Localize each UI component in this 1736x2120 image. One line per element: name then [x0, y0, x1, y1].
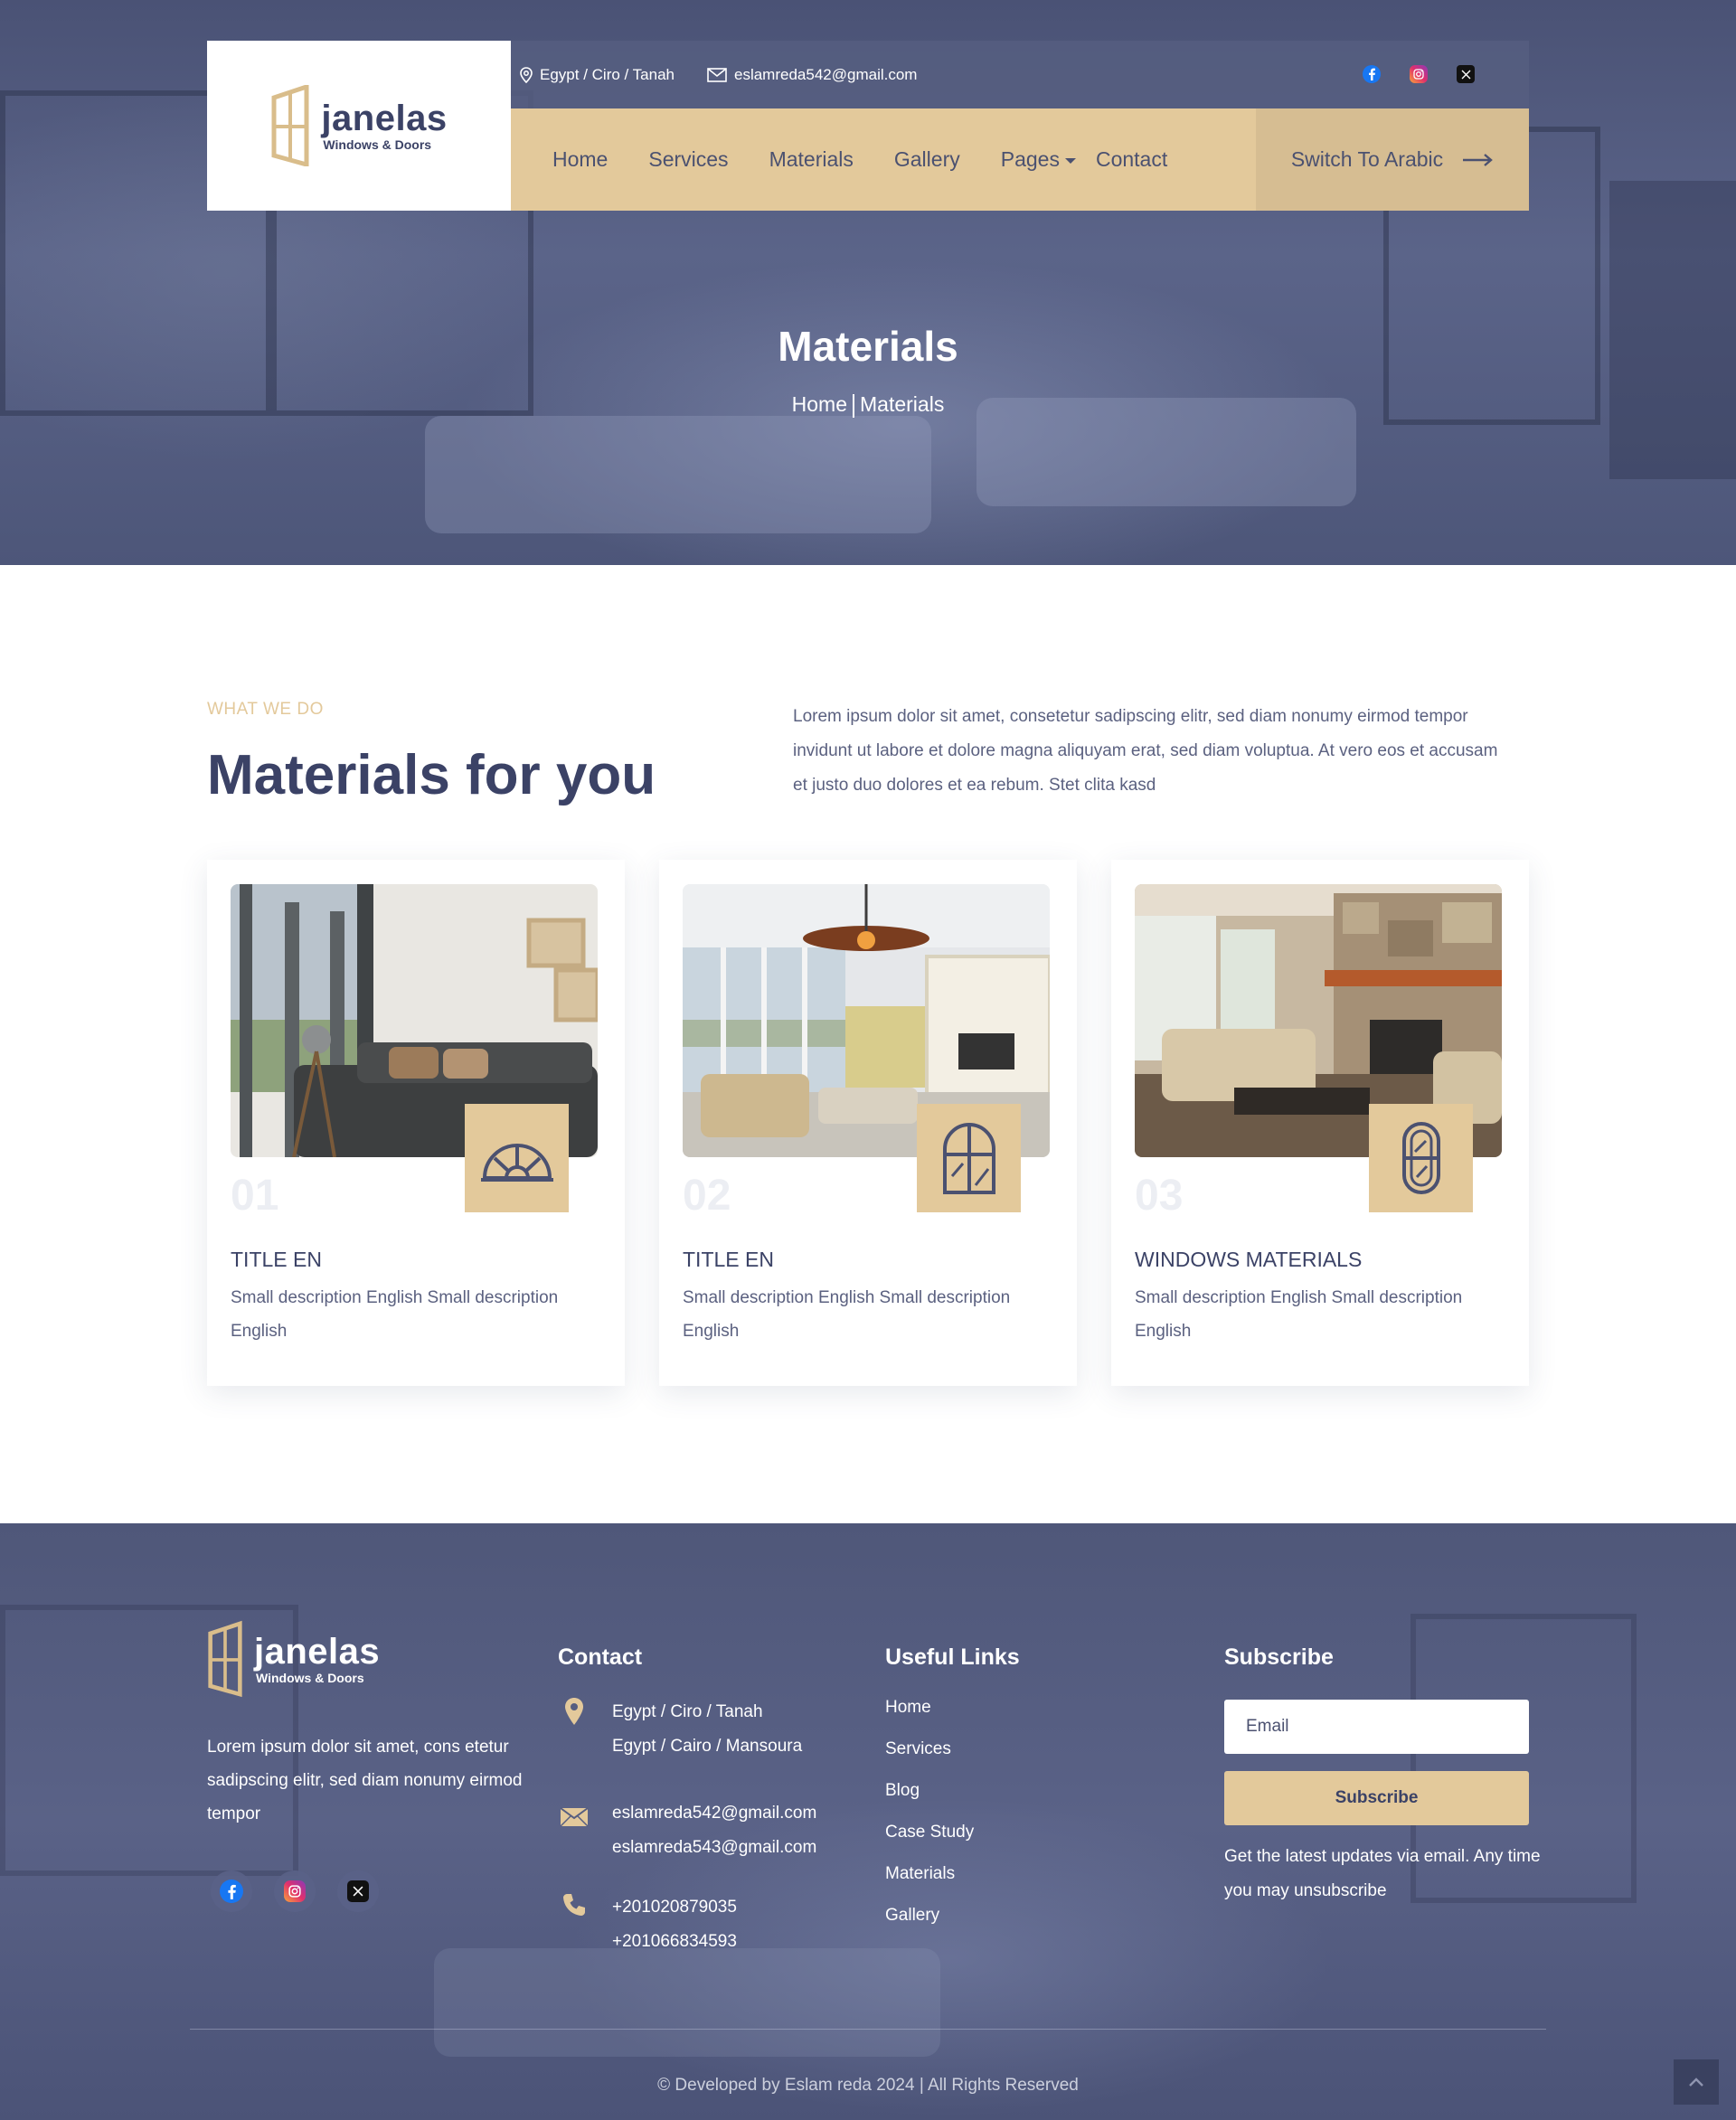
material-card[interactable]: 01 TITLE EN Small description English Sm…: [207, 860, 625, 1386]
scroll-to-top-button[interactable]: [1674, 2059, 1719, 2105]
footer-link-gallery[interactable]: Gallery: [885, 1903, 974, 1945]
oval-window-icon: [1401, 1122, 1440, 1194]
chevron-up-icon: [1689, 2078, 1703, 2087]
subscribe-note: Get the latest updates via email. Any ti…: [1224, 1847, 1541, 1900]
card-description: Small description English Small descript…: [683, 1288, 1011, 1341]
footer-phone-2[interactable]: +201066834593: [612, 1925, 737, 1959]
nav-contact[interactable]: Contact: [1096, 147, 1167, 172]
main-nav: Home Services Materials Gallery Pages Co…: [511, 108, 1529, 211]
footer-phone-1[interactable]: +201020879035: [612, 1890, 737, 1925]
footer-link-case-study[interactable]: Case Study: [885, 1820, 974, 1861]
footer-link-blog[interactable]: Blog: [885, 1778, 974, 1820]
nav-pages-label: Pages: [1000, 147, 1060, 171]
caret-down-icon: [1064, 158, 1076, 164]
section-description: Lorem ipsum dolor sit amet, consetetur s…: [793, 707, 1498, 795]
hero-banner: janelas Windows & Doors Egypt / Ciro / T…: [0, 0, 1736, 565]
page-title: Materials: [778, 323, 958, 370]
instagram-icon[interactable]: [1410, 65, 1428, 83]
footer-logo[interactable]: janelas Windows & Doors: [207, 1618, 380, 1700]
site-footer: janelas Windows & Doors Lorem ipsum dolo…: [0, 1523, 1736, 2120]
arrow-right-icon: [1463, 153, 1494, 166]
card-number: 02: [683, 1172, 731, 1220]
switch-language-button[interactable]: Switch To Arabic: [1256, 108, 1529, 211]
header-email-text: eslamreda542@gmail.com: [734, 65, 918, 83]
nav-home[interactable]: Home: [552, 147, 608, 172]
footer-socials: [211, 1870, 379, 1912]
footer-divider: [190, 2029, 1546, 2030]
location-pin-icon: [565, 1698, 583, 1725]
info-strip: Egypt / Ciro / Tanah eslamreda542@gmail.…: [511, 41, 1529, 108]
footer-about: Lorem ipsum dolor sit amet, cons etetur …: [207, 1738, 523, 1823]
footer-emails: eslamreda542@gmail.com eslamreda543@gmai…: [558, 1796, 816, 1865]
material-card[interactable]: 03 WINDOWS MATERIALS Small description E…: [1111, 860, 1529, 1386]
footer-addresses: Egypt / Ciro / Tanah Egypt / Cairo / Man…: [558, 1695, 802, 1764]
footer-address-2: Egypt / Cairo / Mansoura: [612, 1737, 803, 1756]
location-pin-icon: [520, 66, 533, 83]
logo-tagline: Windows & Doors: [323, 137, 432, 152]
nav-services[interactable]: Services: [648, 147, 728, 172]
card-title: WINDOWS MATERIALS: [1135, 1248, 1363, 1271]
footer-logo-name: janelas: [254, 1632, 381, 1672]
facebook-icon[interactable]: [211, 1870, 252, 1912]
breadcrumb-home[interactable]: Home: [792, 392, 847, 416]
background-sofa: [425, 416, 931, 533]
header-location-text: Egypt / Ciro / Tanah: [540, 65, 675, 83]
card-title: TITLE EN: [231, 1248, 322, 1271]
x-icon[interactable]: [337, 1870, 379, 1912]
section-title: Materials for you: [207, 744, 656, 806]
x-icon[interactable]: [1457, 65, 1475, 83]
background-sofa: [434, 1948, 940, 2057]
footer-phones: +201020879035 +201066834593: [558, 1890, 737, 1959]
header-email[interactable]: eslamreda542@gmail.com: [707, 66, 917, 84]
breadcrumb-current: Materials: [860, 392, 945, 416]
card-description: Small description English Small descript…: [1135, 1288, 1463, 1341]
logo-name: janelas: [321, 99, 448, 138]
card-title: TITLE EN: [683, 1248, 774, 1271]
breadcrumb: Home Materials: [0, 392, 1736, 418]
footer-email-1[interactable]: eslamreda542@gmail.com: [612, 1796, 816, 1831]
footer-contact-heading: Contact: [558, 1644, 643, 1670]
card-number: 01: [231, 1172, 279, 1220]
footer-logo-tagline: Windows & Doors: [256, 1671, 364, 1685]
material-card[interactable]: 02 TITLE EN Small description English Sm…: [659, 860, 1077, 1386]
breadcrumb-separator: [853, 393, 855, 418]
section-eyebrow: WHAT WE DO: [207, 700, 324, 719]
window-logo-icon: [208, 1620, 242, 1698]
header-location: Egypt / Ciro / Tanah: [520, 66, 675, 84]
nav-pages-dropdown[interactable]: Pages: [1001, 147, 1076, 172]
footer-link-materials[interactable]: Materials: [885, 1861, 974, 1903]
logo[interactable]: janelas Windows & Doors: [207, 41, 511, 211]
card-icon-box: [917, 1104, 1021, 1212]
card-number: 03: [1135, 1172, 1184, 1220]
copyright: © Developed by Eslam reda 2024 | All Rig…: [657, 2076, 1079, 2095]
footer-links-heading: Useful Links: [885, 1644, 1020, 1670]
footer-link-services[interactable]: Services: [885, 1737, 974, 1778]
arched-window-icon: [480, 1144, 553, 1182]
mail-icon: [560, 1807, 589, 1827]
card-description: Small description English Small descript…: [231, 1288, 559, 1341]
facebook-icon[interactable]: [1363, 65, 1381, 83]
footer-email-2[interactable]: eslamreda543@gmail.com: [612, 1831, 816, 1865]
subscribe-button[interactable]: Subscribe: [1224, 1771, 1529, 1825]
footer-address-1: Egypt / Ciro / Tanah: [612, 1702, 763, 1721]
card-icon-box: [465, 1104, 569, 1212]
switch-language-label: Switch To Arabic: [1290, 147, 1444, 171]
nav-materials[interactable]: Materials: [769, 147, 854, 172]
site-header: janelas Windows & Doors Egypt / Ciro / T…: [207, 41, 1529, 211]
nav-gallery[interactable]: Gallery: [894, 147, 960, 172]
french-window-icon: [942, 1123, 995, 1194]
footer-link-home[interactable]: Home: [885, 1695, 974, 1737]
instagram-icon[interactable]: [274, 1870, 316, 1912]
header-socials: [1363, 65, 1475, 83]
phone-icon: [563, 1894, 585, 1916]
subscribe-email-input[interactable]: [1224, 1700, 1529, 1754]
window-logo-icon: [271, 85, 309, 166]
footer-links: Home Services Blog Case Study Materials …: [885, 1695, 974, 1945]
footer-subscribe-heading: Subscribe: [1224, 1644, 1334, 1670]
mail-icon: [707, 67, 727, 82]
card-icon-box: [1369, 1104, 1473, 1212]
